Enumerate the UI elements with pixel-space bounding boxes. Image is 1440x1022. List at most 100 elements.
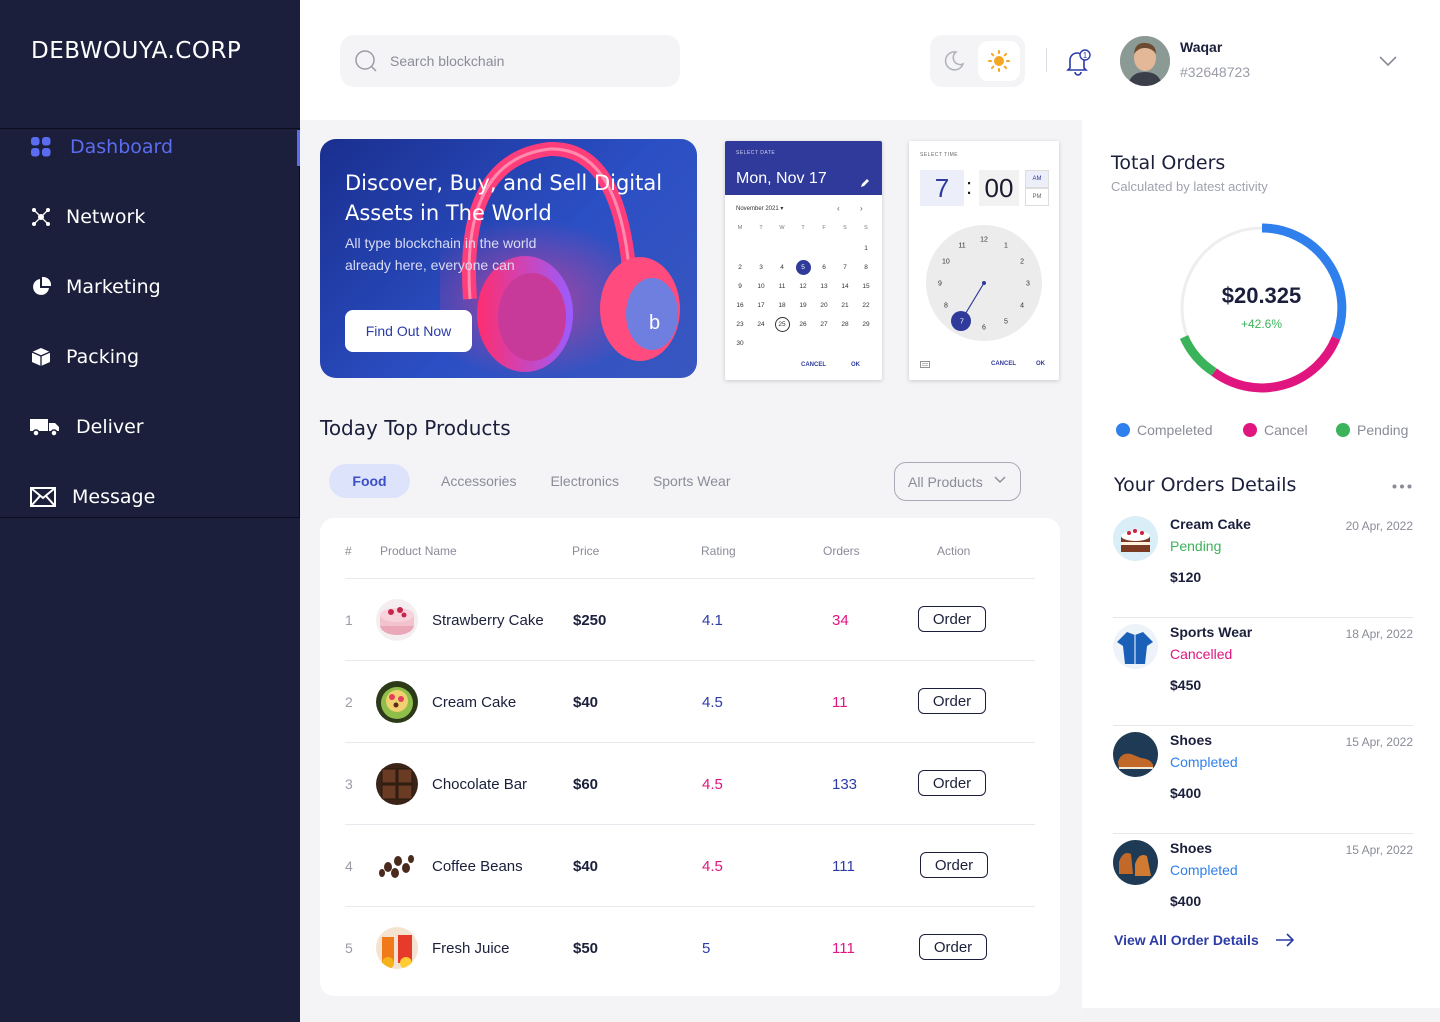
calendar-day[interactable]: 21: [838, 298, 853, 313]
sun-icon[interactable]: [978, 41, 1020, 81]
calendar-day[interactable]: 3: [754, 260, 769, 275]
clock-hour-label[interactable]: 7: [960, 319, 964, 326]
theme-toggle[interactable]: [930, 35, 1025, 87]
calendar-day[interactable]: 5: [795, 260, 811, 275]
moon-icon[interactable]: [942, 49, 966, 73]
calendar-day[interactable]: 12: [796, 279, 811, 294]
calendar-day[interactable]: 14: [838, 279, 853, 294]
next-month-icon[interactable]: ›: [860, 204, 863, 213]
order-button[interactable]: Order: [918, 688, 986, 714]
clock-hour-label[interactable]: 6: [982, 325, 986, 332]
table-row[interactable]: 1 Strawberry Cake $250 4.1 34 Order: [345, 578, 1035, 660]
clock-hour-label[interactable]: 1: [1004, 242, 1008, 249]
date-ok-button[interactable]: OK: [851, 362, 860, 368]
calendar-day[interactable]: 23: [733, 317, 748, 332]
dropdown-value: All Products: [908, 473, 983, 490]
find-out-now-button[interactable]: Find Out Now: [345, 310, 472, 352]
avatar[interactable]: [1120, 36, 1170, 86]
prev-month-icon[interactable]: ‹: [837, 204, 840, 213]
calendar-day[interactable]: 9: [733, 279, 748, 294]
sidebar-item-label: Deliver: [76, 416, 144, 438]
tab-food[interactable]: Food: [329, 464, 410, 498]
calendar-day[interactable]: 29: [859, 317, 874, 332]
clock-hour-label[interactable]: 3: [1026, 281, 1030, 288]
clock-hour-label[interactable]: 11: [958, 242, 965, 249]
chevron-down-icon[interactable]: [1378, 55, 1398, 67]
calendar-day[interactable]: 6: [817, 260, 832, 275]
tab-electronics[interactable]: Electronics: [550, 473, 618, 489]
date-cancel-button[interactable]: CANCEL: [801, 362, 826, 368]
table-row[interactable]: 3 Chocolate Bar $60 4.5 133 Order: [345, 742, 1035, 824]
calendar-day[interactable]: 28: [838, 317, 853, 332]
calendar-day[interactable]: 20: [817, 298, 832, 313]
clock-face[interactable]: 123456789101112: [925, 224, 1043, 342]
sidebar-item-message[interactable]: Message: [30, 486, 155, 508]
clock-hour-label[interactable]: 9: [938, 281, 942, 288]
sidebar-item-deliver[interactable]: Deliver: [30, 416, 144, 438]
clock-hour-label[interactable]: 4: [1020, 303, 1024, 310]
clock-hour-label[interactable]: 12: [980, 237, 988, 244]
table-row[interactable]: 5 Fresh Juice $50 5 111 Order: [345, 906, 1035, 988]
all-products-dropdown[interactable]: All Products: [894, 462, 1021, 501]
view-all-orders-link[interactable]: View All Order Details: [1114, 932, 1295, 948]
sidebar-item-network[interactable]: Network: [30, 206, 145, 228]
legend-pending: Pending: [1336, 422, 1408, 438]
order-item[interactable]: Cream Cake Pending $120 20 Apr, 2022: [1113, 510, 1413, 618]
calendar-day[interactable]: 4: [775, 260, 790, 275]
total-orders-subtitle: Calculated by latest activity: [1111, 179, 1268, 194]
clock-hour-label[interactable]: 10: [942, 259, 950, 266]
calendar-day[interactable]: 11: [775, 279, 790, 294]
search-input[interactable]: Search blockchain: [340, 35, 680, 87]
calendar-day[interactable]: 27: [817, 317, 832, 332]
tab-accessories[interactable]: Accessories: [441, 473, 516, 489]
calendar-day[interactable]: 15: [859, 279, 874, 294]
month-select[interactable]: November 2021 ▾: [736, 205, 783, 212]
order-item[interactable]: Shoes Completed $400 15 Apr, 2022: [1113, 726, 1413, 834]
calendar-day[interactable]: 8: [859, 260, 874, 275]
order-date: 18 Apr, 2022: [1345, 627, 1413, 641]
calendar-day[interactable]: 18: [775, 298, 790, 313]
hour-field[interactable]: 7: [920, 170, 964, 206]
order-button[interactable]: Order: [920, 852, 988, 878]
order-button[interactable]: Order: [919, 934, 987, 960]
edit-icon[interactable]: [860, 178, 870, 188]
calendar-day[interactable]: 30: [733, 336, 748, 351]
clock-hour-label[interactable]: 8: [944, 303, 948, 310]
time-cancel-button[interactable]: CANCEL: [991, 361, 1016, 367]
order-name: Cream Cake: [1170, 516, 1251, 532]
calendar-day[interactable]: 25: [774, 317, 790, 332]
table-row[interactable]: 2 Cream Cake $40 4.5 11 Order: [345, 660, 1035, 742]
calendar-day[interactable]: 10: [754, 279, 769, 294]
order-item[interactable]: Shoes Completed $400 15 Apr, 2022: [1113, 834, 1413, 942]
calendar-day[interactable]: 22: [859, 298, 874, 313]
calendar-day[interactable]: 7: [838, 260, 853, 275]
calendar-day[interactable]: 26: [796, 317, 811, 332]
order-item[interactable]: Sports Wear Cancelled $450 18 Apr, 2022: [1113, 618, 1413, 726]
clock-hour-label[interactable]: 5: [1004, 319, 1008, 326]
am-toggle[interactable]: AM: [1025, 170, 1049, 188]
time-ok-button[interactable]: OK: [1036, 361, 1045, 367]
table-row[interactable]: 4 Coffee Beans $40 4.5 111 Order: [345, 824, 1035, 906]
sidebar-item-marketing[interactable]: Marketing: [30, 276, 161, 298]
tab-sports-wear[interactable]: Sports Wear: [653, 473, 731, 489]
calendar-day[interactable]: 16: [733, 298, 748, 313]
minute-field[interactable]: 00: [979, 170, 1019, 206]
calendar-day[interactable]: 1: [859, 241, 874, 256]
arrow-right-icon: [1275, 933, 1294, 947]
calendar-day[interactable]: 2: [733, 260, 748, 275]
sidebar-item-packing[interactable]: Packing: [30, 346, 139, 368]
sidebar-item-dashboard[interactable]: Dashboard: [30, 136, 173, 158]
calendar-day[interactable]: 19: [796, 298, 811, 313]
more-options-icon[interactable]: [1392, 484, 1412, 489]
bell-icon[interactable]: 1: [1063, 46, 1093, 81]
calendar-day[interactable]: 13: [817, 279, 832, 294]
sidebar-item-label: Message: [72, 486, 156, 508]
calendar-day[interactable]: 24: [754, 317, 769, 332]
order-button[interactable]: Order: [918, 770, 986, 796]
keyboard-icon[interactable]: [920, 361, 930, 368]
pm-toggle[interactable]: PM: [1025, 188, 1049, 206]
clock-hour-label[interactable]: 2: [1020, 259, 1024, 266]
calendar-day[interactable]: 17: [754, 298, 769, 313]
column-header: Product Name: [380, 544, 457, 558]
order-button[interactable]: Order: [918, 606, 986, 632]
